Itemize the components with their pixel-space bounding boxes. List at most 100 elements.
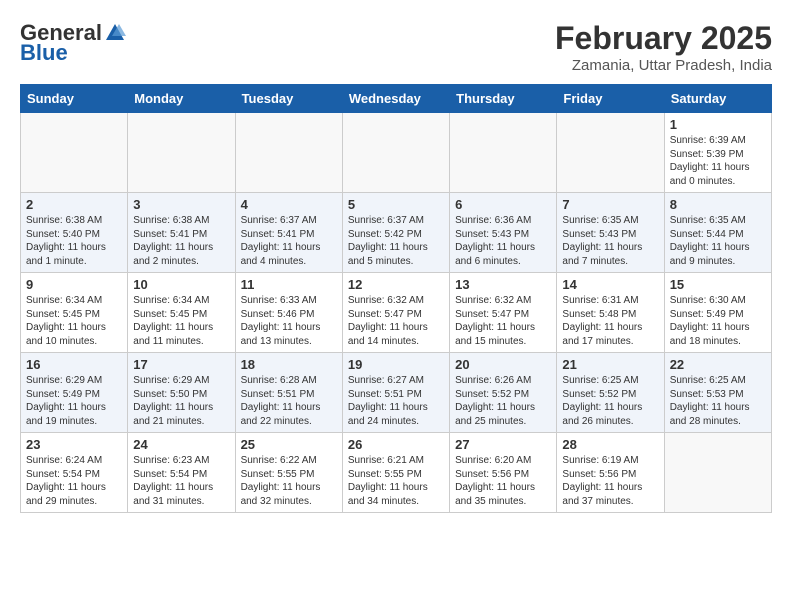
day-info: Sunrise: 6:28 AM Sunset: 5:51 PM Dayligh… bbox=[241, 374, 337, 428]
logo-blue-text: Blue bbox=[20, 40, 68, 66]
header-row: Sunday Monday Tuesday Wednesday Thursday… bbox=[21, 85, 772, 113]
calendar-cell: 8 Sunrise: 6:35 AM Sunset: 5:44 PM Daylig… bbox=[664, 193, 771, 273]
day-number: 7 bbox=[562, 197, 658, 212]
day-info: Sunrise: 6:35 AM Sunset: 5:43 PM Dayligh… bbox=[562, 214, 658, 268]
day-number: 10 bbox=[133, 277, 229, 292]
day-number: 24 bbox=[133, 437, 229, 452]
calendar-cell: 6 Sunrise: 6:36 AM Sunset: 5:43 PM Daylig… bbox=[450, 193, 557, 273]
calendar-cell: 26 Sunrise: 6:21 AM Sunset: 5:55 PM Dayli… bbox=[342, 433, 449, 513]
calendar-cell: 22Sunrise: 6:25 AM Sunset: 5:53 PM Dayli… bbox=[664, 353, 771, 433]
day-number: 27 bbox=[455, 437, 551, 452]
day-info: Sunrise: 6:37 AM Sunset: 5:41 PM Dayligh… bbox=[241, 214, 337, 268]
calendar-cell: 18 Sunrise: 6:28 AM Sunset: 5:51 PM Dayli… bbox=[235, 353, 342, 433]
calendar-subtitle: Zamania, Uttar Pradesh, India bbox=[555, 57, 772, 74]
day-info: Sunrise: 6:30 AM Sunset: 5:49 PM Dayligh… bbox=[670, 294, 766, 348]
calendar-cell: 21 Sunrise: 6:25 AM Sunset: 5:52 PM Dayli… bbox=[557, 353, 664, 433]
day-info: Sunrise: 6:23 AM Sunset: 5:54 PM Dayligh… bbox=[133, 454, 229, 508]
calendar-cell: 15 Sunrise: 6:30 AM Sunset: 5:49 PM Dayli… bbox=[664, 273, 771, 353]
day-number: 25 bbox=[241, 437, 337, 452]
calendar-cell bbox=[128, 113, 235, 193]
calendar-cell bbox=[557, 113, 664, 193]
col-sunday: Sunday bbox=[21, 85, 128, 113]
logo-icon bbox=[104, 22, 126, 44]
day-info: Sunrise: 6:38 AM Sunset: 5:40 PM Dayligh… bbox=[26, 214, 122, 268]
calendar-week-3: 16 Sunrise: 6:29 AM Sunset: 5:49 PM Dayli… bbox=[21, 353, 772, 433]
col-saturday: Saturday bbox=[664, 85, 771, 113]
day-number: 15 bbox=[670, 277, 766, 292]
day-info: Sunrise: 6:22 AM Sunset: 5:55 PM Dayligh… bbox=[241, 454, 337, 508]
day-number: 1 bbox=[670, 117, 766, 132]
day-number: 3 bbox=[133, 197, 229, 212]
day-info: Sunrise: 6:21 AM Sunset: 5:55 PM Dayligh… bbox=[348, 454, 444, 508]
calendar-cell: 23Sunrise: 6:24 AM Sunset: 5:54 PM Dayli… bbox=[21, 433, 128, 513]
day-info: Sunrise: 6:25 AM Sunset: 5:52 PM Dayligh… bbox=[562, 374, 658, 428]
day-info: Sunrise: 6:19 AM Sunset: 5:56 PM Dayligh… bbox=[562, 454, 658, 508]
day-number: 6 bbox=[455, 197, 551, 212]
day-number: 9 bbox=[26, 277, 122, 292]
day-info: Sunrise: 6:36 AM Sunset: 5:43 PM Dayligh… bbox=[455, 214, 551, 268]
day-number: 16 bbox=[26, 357, 122, 372]
day-info: Sunrise: 6:38 AM Sunset: 5:41 PM Dayligh… bbox=[133, 214, 229, 268]
calendar-cell: 9 Sunrise: 6:34 AM Sunset: 5:45 PM Daylig… bbox=[21, 273, 128, 353]
day-info: Sunrise: 6:37 AM Sunset: 5:42 PM Dayligh… bbox=[348, 214, 444, 268]
day-number: 12 bbox=[348, 277, 444, 292]
day-info: Sunrise: 6:35 AM Sunset: 5:44 PM Dayligh… bbox=[670, 214, 766, 268]
calendar-cell bbox=[664, 433, 771, 513]
calendar-cell: 14Sunrise: 6:31 AM Sunset: 5:48 PM Dayli… bbox=[557, 273, 664, 353]
day-info: Sunrise: 6:32 AM Sunset: 5:47 PM Dayligh… bbox=[348, 294, 444, 348]
col-tuesday: Tuesday bbox=[235, 85, 342, 113]
day-info: Sunrise: 6:29 AM Sunset: 5:50 PM Dayligh… bbox=[133, 374, 229, 428]
day-info: Sunrise: 6:27 AM Sunset: 5:51 PM Dayligh… bbox=[348, 374, 444, 428]
calendar-table: Sunday Monday Tuesday Wednesday Thursday… bbox=[20, 84, 772, 513]
day-number: 11 bbox=[241, 277, 337, 292]
calendar-cell: 27 Sunrise: 6:20 AM Sunset: 5:56 PM Dayli… bbox=[450, 433, 557, 513]
calendar-cell: 7 Sunrise: 6:35 AM Sunset: 5:43 PM Daylig… bbox=[557, 193, 664, 273]
calendar-cell: 11 Sunrise: 6:33 AM Sunset: 5:46 PM Dayli… bbox=[235, 273, 342, 353]
calendar-cell: 25 Sunrise: 6:22 AM Sunset: 5:55 PM Dayli… bbox=[235, 433, 342, 513]
day-number: 21 bbox=[562, 357, 658, 372]
day-number: 17 bbox=[133, 357, 229, 372]
day-info: Sunrise: 6:31 AM Sunset: 5:48 PM Dayligh… bbox=[562, 294, 658, 348]
day-info: Sunrise: 6:26 AM Sunset: 5:52 PM Dayligh… bbox=[455, 374, 551, 428]
calendar-cell: 3 Sunrise: 6:38 AM Sunset: 5:41 PM Daylig… bbox=[128, 193, 235, 273]
col-wednesday: Wednesday bbox=[342, 85, 449, 113]
day-number: 13 bbox=[455, 277, 551, 292]
day-info: Sunrise: 6:34 AM Sunset: 5:45 PM Dayligh… bbox=[26, 294, 122, 348]
day-info: Sunrise: 6:20 AM Sunset: 5:56 PM Dayligh… bbox=[455, 454, 551, 508]
day-info: Sunrise: 6:29 AM Sunset: 5:49 PM Dayligh… bbox=[26, 374, 122, 428]
calendar-cell bbox=[450, 113, 557, 193]
logo: General Blue bbox=[20, 20, 126, 66]
day-number: 26 bbox=[348, 437, 444, 452]
calendar-cell: 12 Sunrise: 6:32 AM Sunset: 5:47 PM Dayli… bbox=[342, 273, 449, 353]
day-number: 8 bbox=[670, 197, 766, 212]
calendar-cell: 1 Sunrise: 6:39 AM Sunset: 5:39 PM Daylig… bbox=[664, 113, 771, 193]
calendar-cell: 2Sunrise: 6:38 AM Sunset: 5:40 PM Daylig… bbox=[21, 193, 128, 273]
calendar-week-1: 2Sunrise: 6:38 AM Sunset: 5:40 PM Daylig… bbox=[21, 193, 772, 273]
day-info: Sunrise: 6:25 AM Sunset: 5:53 PM Dayligh… bbox=[670, 374, 766, 428]
calendar-cell: 10 Sunrise: 6:34 AM Sunset: 5:45 PM Dayli… bbox=[128, 273, 235, 353]
calendar-cell: 5Sunrise: 6:37 AM Sunset: 5:42 PM Daylig… bbox=[342, 193, 449, 273]
day-info: Sunrise: 6:39 AM Sunset: 5:39 PM Dayligh… bbox=[670, 134, 766, 188]
calendar-cell: 17 Sunrise: 6:29 AM Sunset: 5:50 PM Dayli… bbox=[128, 353, 235, 433]
header: General Blue February 2025 Zamania, Utta… bbox=[20, 20, 772, 74]
day-info: Sunrise: 6:34 AM Sunset: 5:45 PM Dayligh… bbox=[133, 294, 229, 348]
day-info: Sunrise: 6:33 AM Sunset: 5:46 PM Dayligh… bbox=[241, 294, 337, 348]
day-info: Sunrise: 6:32 AM Sunset: 5:47 PM Dayligh… bbox=[455, 294, 551, 348]
calendar-cell bbox=[235, 113, 342, 193]
calendar-title: February 2025 bbox=[555, 20, 772, 57]
calendar-cell: 4 Sunrise: 6:37 AM Sunset: 5:41 PM Daylig… bbox=[235, 193, 342, 273]
calendar-week-2: 9 Sunrise: 6:34 AM Sunset: 5:45 PM Daylig… bbox=[21, 273, 772, 353]
calendar-cell: 20 Sunrise: 6:26 AM Sunset: 5:52 PM Dayli… bbox=[450, 353, 557, 433]
day-number: 20 bbox=[455, 357, 551, 372]
day-number: 18 bbox=[241, 357, 337, 372]
calendar-week-4: 23Sunrise: 6:24 AM Sunset: 5:54 PM Dayli… bbox=[21, 433, 772, 513]
calendar-cell bbox=[21, 113, 128, 193]
day-number: 28 bbox=[562, 437, 658, 452]
calendar-cell: 19Sunrise: 6:27 AM Sunset: 5:51 PM Dayli… bbox=[342, 353, 449, 433]
day-info: Sunrise: 6:24 AM Sunset: 5:54 PM Dayligh… bbox=[26, 454, 122, 508]
calendar-cell: 13 Sunrise: 6:32 AM Sunset: 5:47 PM Dayli… bbox=[450, 273, 557, 353]
title-area: February 2025 Zamania, Uttar Pradesh, In… bbox=[555, 20, 772, 74]
day-number: 4 bbox=[241, 197, 337, 212]
col-monday: Monday bbox=[128, 85, 235, 113]
calendar-cell: 24 Sunrise: 6:23 AM Sunset: 5:54 PM Dayli… bbox=[128, 433, 235, 513]
